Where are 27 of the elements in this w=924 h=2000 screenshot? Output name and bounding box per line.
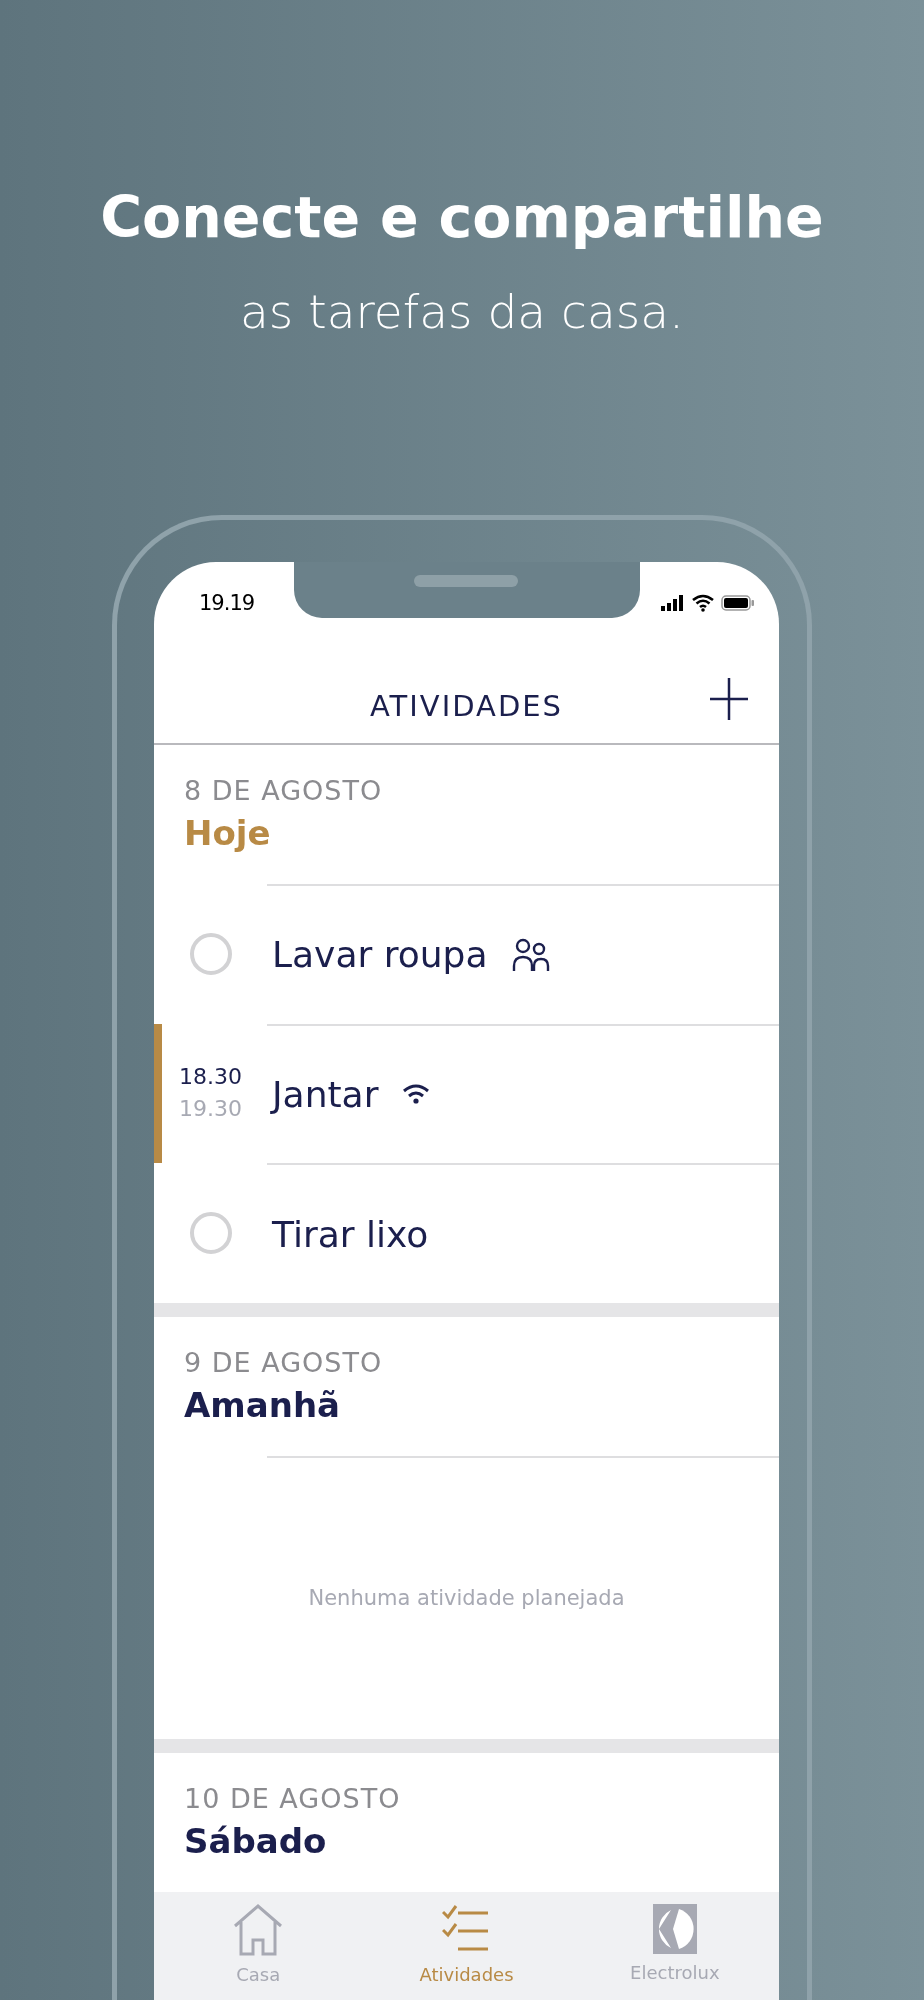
activity-title[interactable]: Tirar lixo: [272, 1213, 429, 1255]
end-time: 19.30: [179, 1095, 242, 1124]
house-icon: [233, 1904, 284, 1956]
date-label: 8 DE AGOSTO: [184, 774, 384, 808]
wifi-icon: [402, 1083, 431, 1106]
logo-icon: [652, 1904, 697, 1954]
add-button[interactable]: [707, 677, 751, 721]
day-label: Amanhã: [184, 1383, 342, 1427]
task-checkbox[interactable]: [189, 932, 232, 975]
date-label: 10 DE AGOSTO: [184, 1782, 402, 1816]
date-label: 9 DE AGOSTO: [184, 1345, 384, 1380]
day-label: Hoje: [184, 812, 272, 855]
wifi-icon: [691, 594, 715, 612]
status-time: 19.19: [199, 590, 255, 617]
people-icon: [511, 937, 550, 972]
start-time: 18.30: [179, 1063, 242, 1092]
day-label: Sábado: [184, 1820, 328, 1863]
signal-icon: [661, 595, 685, 611]
screen-title: ATIVIDADES: [370, 689, 563, 723]
activity-title[interactable]: Lavar roupa: [272, 934, 488, 976]
plus-icon: [710, 678, 748, 720]
battery-icon: [721, 595, 755, 611]
headline: Conecte e compartilhe: [100, 183, 824, 252]
task-checkbox[interactable]: [189, 1212, 232, 1254]
empty-message: Nenhuma atividade planejada: [308, 1586, 625, 1611]
activity-title[interactable]: Jantar: [272, 1073, 379, 1115]
subheadline: as tarefas da casa.: [240, 283, 684, 341]
